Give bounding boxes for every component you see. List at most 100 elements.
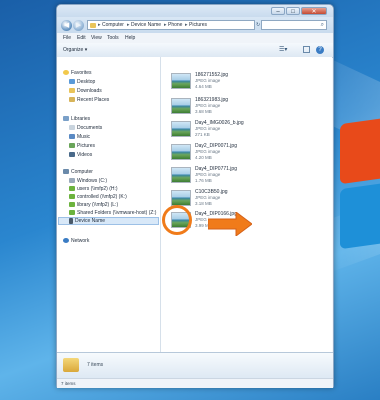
breadcrumb-separator: ▸ xyxy=(164,22,167,28)
windows-logo-red xyxy=(340,115,380,185)
network-drive-icon xyxy=(69,202,75,208)
breadcrumb-computer[interactable]: Computer xyxy=(102,22,124,29)
organize-button[interactable]: Organize ▾ xyxy=(63,47,87,53)
file-size: 3.68 MB xyxy=(195,109,212,114)
menu-help[interactable]: Help xyxy=(125,35,135,41)
nav-label: Downloads xyxy=(77,88,102,94)
image-thumbnail xyxy=(171,98,191,114)
nav-label: Desktop xyxy=(77,79,96,85)
menu-view[interactable]: View xyxy=(91,35,102,41)
network-drive-icon xyxy=(69,210,75,216)
breadcrumb-separator: ▸ xyxy=(185,22,188,28)
nav-favorites-header[interactable]: Favorites xyxy=(63,69,92,77)
nav-label: Documents xyxy=(77,125,103,131)
file-size: 271 KB xyxy=(195,132,210,137)
status-bar: 7 items xyxy=(57,378,333,388)
file-item[interactable]: Day4_IMG0026_b.jpg JPEG image 271 KB xyxy=(171,119,291,143)
nav-item-downloads[interactable]: Downloads xyxy=(69,87,102,95)
breadcrumb-device-name[interactable]: Device Name xyxy=(131,22,161,29)
pictures-icon xyxy=(69,143,75,149)
nav-item-controlled-k[interactable]: controlled (\\mfp2) (K:) xyxy=(69,193,127,201)
nav-label: Videos xyxy=(77,152,93,158)
nav-item-shared-folders-z[interactable]: Shared Folders (\\vmware-host) (Z:) xyxy=(69,209,156,217)
nav-item-music[interactable]: Music xyxy=(69,133,90,141)
phone-icon xyxy=(69,217,73,224)
nav-label: Network xyxy=(71,238,90,244)
nav-label: Libraries xyxy=(71,116,91,122)
address-row: ◀ ▶ ▸ Computer ▸ Device Name ▸ Phone ▸ P… xyxy=(57,17,333,33)
file-item[interactable]: Day2_DIP0071.jpg JPEG image 4.20 MB xyxy=(171,142,291,166)
nav-label: library (\\mfp2) (L:) xyxy=(77,202,119,208)
nav-item-pictures[interactable]: Pictures xyxy=(69,142,95,150)
file-item[interactable]: 186321983.jpg JPEG image 3.68 MB xyxy=(171,96,291,120)
windows-logo-blue xyxy=(340,180,380,250)
file-size: 4.64 MB xyxy=(195,84,212,89)
view-options-icon[interactable]: ☰▾ xyxy=(279,46,287,53)
details-pane: 7 items xyxy=(57,352,333,379)
breadcrumb-phone[interactable]: Phone xyxy=(168,22,182,29)
menu-bar: File Edit View Tools Help xyxy=(57,33,333,43)
file-item[interactable]: C10C3B50.jpg JPEG image 3.18 MB xyxy=(171,188,291,212)
nav-label: Device Name xyxy=(75,218,106,224)
preview-pane-icon[interactable] xyxy=(303,46,310,53)
nav-item-recent-places[interactable]: Recent Places xyxy=(69,96,109,104)
nav-item-users-h[interactable]: users (\\mfp2) (H:) xyxy=(69,185,118,193)
breadcrumb-separator: ▸ xyxy=(127,22,130,28)
help-icon[interactable]: ? xyxy=(316,46,324,54)
nav-computer-header[interactable]: Computer xyxy=(63,168,93,176)
details-item-count: 7 items xyxy=(87,362,104,368)
image-thumbnail xyxy=(171,73,191,89)
search-icon: ⌕ xyxy=(320,22,324,28)
nav-item-videos[interactable]: Videos xyxy=(69,151,92,159)
network-drive-icon xyxy=(69,186,75,192)
breadcrumb-pictures[interactable]: Pictures xyxy=(189,22,207,29)
nav-network-header[interactable]: Network xyxy=(63,237,89,245)
network-drive-icon xyxy=(69,194,75,200)
navigation-pane: Favorites Desktop Downloads Recent Place… xyxy=(57,57,161,352)
explorer-window: – □ ✕ ◀ ▶ ▸ Computer ▸ Device Name ▸ Pho… xyxy=(56,4,334,388)
highlight-circle xyxy=(162,205,192,235)
menu-tools[interactable]: Tools xyxy=(107,35,119,41)
nav-label: Music xyxy=(77,134,91,140)
image-thumbnail xyxy=(171,144,191,160)
videos-icon xyxy=(69,152,75,158)
nav-item-device-name[interactable]: Device Name xyxy=(69,217,105,225)
close-button[interactable]: ✕ xyxy=(301,7,327,15)
organize-label: Organize xyxy=(63,47,84,53)
image-thumbnail xyxy=(171,190,191,206)
nav-item-documents[interactable]: Documents xyxy=(69,124,102,132)
forward-button[interactable]: ▶ xyxy=(73,20,84,31)
file-item[interactable]: 186271552.jpg JPEG image 4.64 MB xyxy=(171,71,291,95)
address-bar[interactable]: ▸ Computer ▸ Device Name ▸ Phone ▸ Pictu… xyxy=(87,20,255,30)
file-item[interactable]: Day4_DIP0771.jpg JPEG image 1.76 MB xyxy=(171,165,291,189)
nav-label: Windows (C:) xyxy=(77,178,108,184)
breadcrumb-separator: ▸ xyxy=(98,22,101,28)
nav-item-library-l[interactable]: library (\\mfp2) (L:) xyxy=(69,201,118,209)
desktop-icon xyxy=(69,79,75,85)
file-size: 4.20 MB xyxy=(195,155,212,160)
nav-item-desktop[interactable]: Desktop xyxy=(69,78,95,86)
chevron-down-icon: ▾ xyxy=(84,47,88,53)
nav-item-windows-c[interactable]: Windows (C:) xyxy=(69,177,107,185)
nav-label: Shared Folders (\\vmware-host) (Z:) xyxy=(77,210,157,216)
nav-libraries-header[interactable]: Libraries xyxy=(63,115,90,123)
computer-icon xyxy=(63,169,69,175)
drive-icon xyxy=(69,178,75,184)
drag-arrow-icon xyxy=(208,212,252,236)
file-list: 186271552.jpg JPEG image 4.64 MB 1863219… xyxy=(161,57,332,352)
menu-file[interactable]: File xyxy=(63,35,71,41)
search-input[interactable]: ⌕ xyxy=(261,20,327,30)
library-icon xyxy=(63,116,69,122)
nav-label: users (\\mfp2) (H:) xyxy=(77,186,118,192)
minimize-button[interactable]: – xyxy=(271,7,285,15)
title-bar[interactable]: – □ ✕ xyxy=(57,5,333,17)
refresh-button[interactable]: ↻ xyxy=(256,20,260,30)
documents-icon xyxy=(69,125,75,131)
maximize-button[interactable]: □ xyxy=(286,7,300,15)
folder-icon xyxy=(90,23,96,28)
image-thumbnail xyxy=(171,167,191,183)
back-button[interactable]: ◀ xyxy=(61,20,72,31)
folder-icon xyxy=(63,358,79,372)
file-size: 1.76 MB xyxy=(195,178,212,183)
menu-edit[interactable]: Edit xyxy=(77,35,86,41)
